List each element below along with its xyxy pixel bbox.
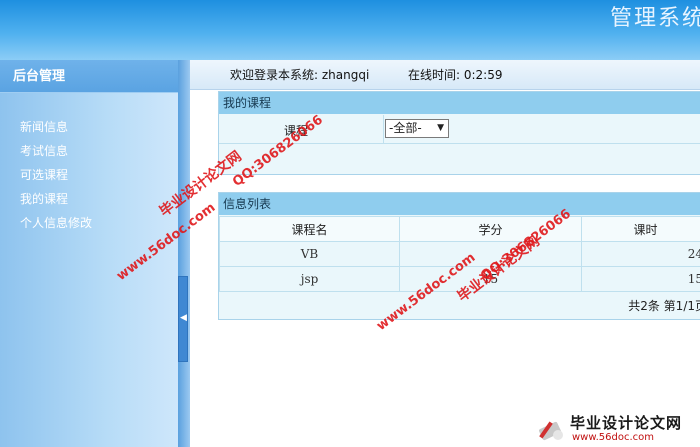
sidebar-splitter: ◀ <box>178 60 190 447</box>
cell-course-name: VB <box>219 241 400 267</box>
info-list-title: 信息列表 <box>219 193 700 215</box>
info-list-panel: 信息列表 课程名 学分 课时 VB 24 jsp 15 15 <box>218 192 700 320</box>
pencil-logo-icon <box>539 421 563 441</box>
cell-hours: 15 <box>581 266 700 292</box>
sidebar-item-my-courses[interactable]: 我的课程 <box>0 187 178 211</box>
site-logo: 毕业设计论文网 www.56doc.com <box>538 411 700 447</box>
sidebar-item-exams[interactable]: 考试信息 <box>0 139 178 163</box>
course-table: 课程名 学分 课时 VB 24 jsp 15 15 <box>219 216 700 292</box>
sidebar-title: 后台管理 <box>0 60 178 93</box>
pagination-info: 共2条 第1/1页 <box>628 299 700 313</box>
logo-url: www.56doc.com <box>572 432 655 443</box>
logo-text: 毕业设计论文网 <box>570 414 683 432</box>
welcome-text: 欢迎登录本系统: zhangqi <box>230 68 370 82</box>
online-time: 在线时间: 0:2:59 <box>408 68 503 82</box>
app-title: 管理系统 <box>609 6 700 31</box>
course-select-value: -全部- <box>389 121 422 135</box>
sidebar-item-news[interactable]: 新闻信息 <box>0 115 178 139</box>
column-header-hours: 课时 <box>581 216 700 242</box>
sidebar-item-profile[interactable]: 个人信息修改 <box>0 211 178 235</box>
table-header-row: 课程名 学分 课时 <box>219 216 700 242</box>
column-header-course-name: 课程名 <box>219 216 400 242</box>
cell-hours: 24 <box>581 241 700 267</box>
collapse-sidebar-button[interactable]: ◀ <box>178 276 188 362</box>
chevron-down-icon: ▼ <box>437 123 444 133</box>
top-banner: 管理系统 <box>0 0 700 60</box>
cell-course-name: jsp <box>219 266 400 292</box>
sidebar-menu: 新闻信息 考试信息 可选课程 我的课程 个人信息修改 <box>0 115 178 235</box>
status-bar: 欢迎登录本系统: zhangqi 在线时间: 0:2:59 <box>190 60 700 90</box>
chevron-left-icon: ◀ <box>180 313 187 323</box>
sidebar-item-available-courses[interactable]: 可选课程 <box>0 163 178 187</box>
my-courses-title: 我的课程 <box>219 92 700 114</box>
course-select[interactable]: -全部- ▼ <box>385 119 449 138</box>
main-content: 欢迎登录本系统: zhangqi 在线时间: 0:2:59 我的课程 课程 -全… <box>190 60 700 447</box>
